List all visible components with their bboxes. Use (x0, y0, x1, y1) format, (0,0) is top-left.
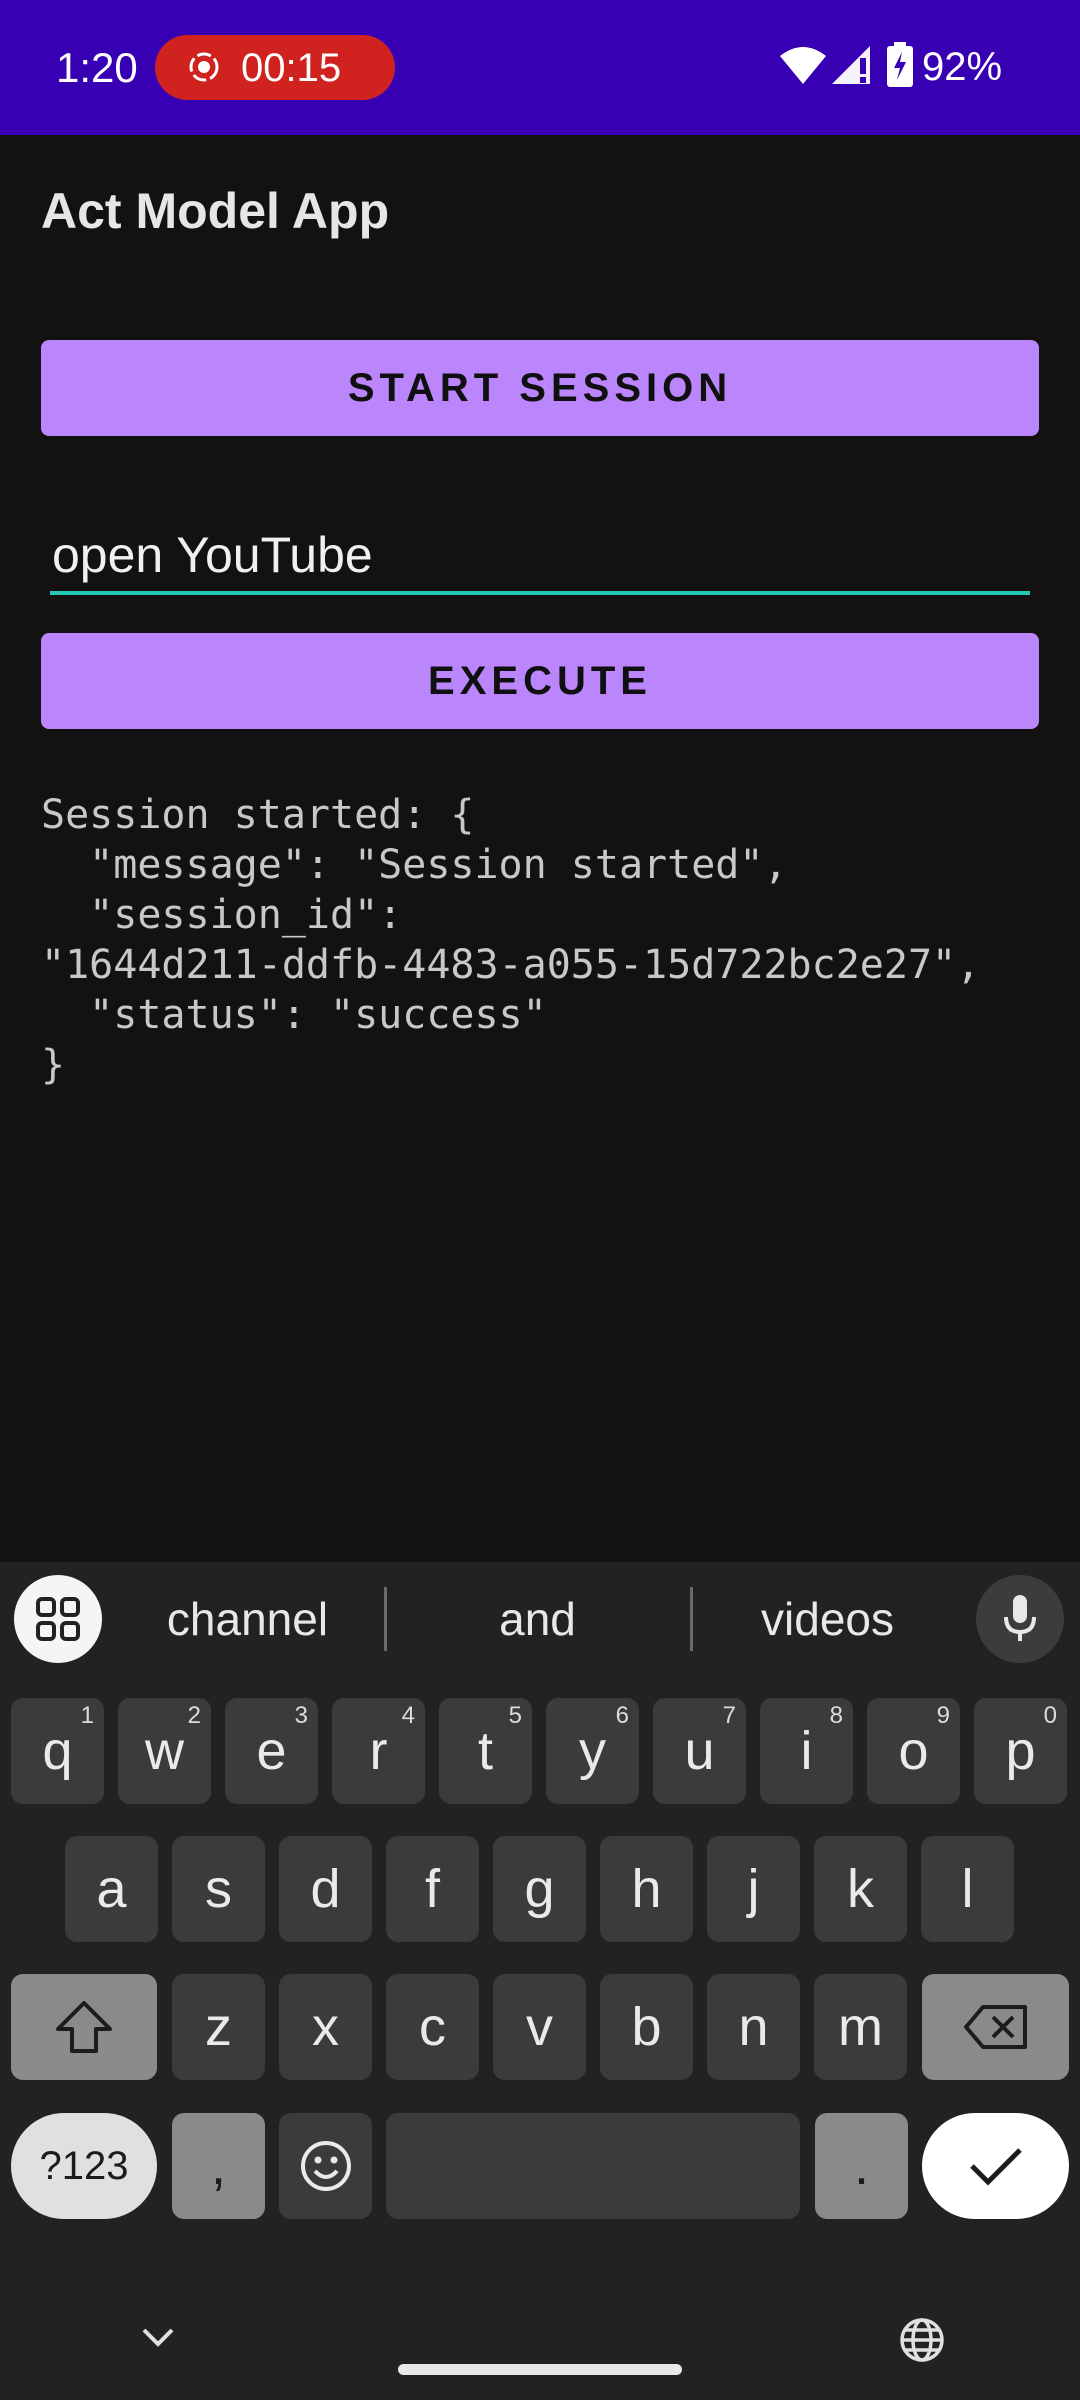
key-v[interactable]: v (493, 1974, 586, 2080)
key-r[interactable]: r4 (332, 1698, 425, 1804)
key-number-hint: 5 (508, 1702, 522, 1729)
key-a[interactable]: a (65, 1836, 158, 1942)
recording-timer: 00:15 (241, 46, 342, 90)
shift-icon (56, 2001, 112, 2053)
suggestion-divider (384, 1587, 387, 1651)
suggestion-1[interactable]: channel (120, 1576, 375, 1662)
key-z[interactable]: z (172, 1974, 265, 2080)
globe-icon[interactable] (898, 2316, 946, 2364)
battery-charging-icon (887, 42, 913, 87)
key-label: q (42, 1721, 73, 1781)
key-number-hint: 2 (187, 1702, 201, 1729)
key-number-hint: 6 (615, 1702, 629, 1729)
execute-button[interactable]: EXECUTE (41, 633, 1039, 729)
key-label: t (477, 1721, 493, 1781)
screen-recording-indicator[interactable]: 00:15 (155, 35, 395, 100)
key-f[interactable]: f (386, 1836, 479, 1942)
suggestion-3[interactable]: videos (700, 1576, 955, 1662)
key-number-hint: 8 (829, 1702, 843, 1729)
key-number-hint: 3 (294, 1702, 308, 1729)
key-m[interactable]: m (814, 1974, 907, 2080)
backspace-key[interactable] (922, 1974, 1069, 2080)
key-g[interactable]: g (493, 1836, 586, 1942)
done-key[interactable] (922, 2113, 1069, 2219)
key-j[interactable]: j (707, 1836, 800, 1942)
space-key[interactable] (386, 2113, 800, 2219)
record-icon (189, 52, 219, 82)
keyboard-apps-button[interactable] (14, 1575, 102, 1663)
key-p[interactable]: p0 (974, 1698, 1067, 1804)
microphone-icon (1004, 1595, 1036, 1641)
command-input[interactable]: open YouTube (50, 515, 1030, 595)
voice-input-button[interactable] (976, 1575, 1064, 1663)
key-label: w (145, 1721, 184, 1781)
period-key[interactable]: . (815, 2113, 908, 2219)
key-label: r (369, 1721, 388, 1781)
session-output-text: Session started: { "message": "Session s… (41, 792, 981, 1088)
key-number-hint: 0 (1043, 1702, 1057, 1729)
key-label: o (898, 1721, 929, 1781)
key-n[interactable]: n (707, 1974, 800, 2080)
key-number-hint: 1 (80, 1702, 94, 1729)
key-y[interactable]: y6 (546, 1698, 639, 1804)
key-k[interactable]: k (814, 1836, 907, 1942)
key-label: u (684, 1721, 715, 1781)
emoji-key[interactable] (279, 2113, 372, 2219)
key-number-hint: 7 (722, 1702, 736, 1729)
wifi-icon (780, 47, 826, 84)
key-i[interactable]: i8 (760, 1698, 853, 1804)
key-label: i (800, 1721, 813, 1781)
signal-icon (832, 46, 870, 84)
key-s[interactable]: s (172, 1836, 265, 1942)
key-q[interactable]: q1 (11, 1698, 104, 1804)
key-u[interactable]: u7 (653, 1698, 746, 1804)
home-gesture-bar[interactable] (398, 2364, 682, 2375)
grid-icon (36, 1597, 80, 1641)
key-t[interactable]: t5 (439, 1698, 532, 1804)
key-l[interactable]: l (921, 1836, 1014, 1942)
key-label: p (1005, 1721, 1036, 1781)
key-e[interactable]: e3 (225, 1698, 318, 1804)
suggestion-2[interactable]: and (395, 1576, 680, 1662)
app-title: Act Model App (41, 183, 390, 239)
shift-key[interactable] (11, 1974, 157, 2080)
status-bar: 1:20 00:15 92% (0, 0, 1080, 135)
key-d[interactable]: d (279, 1836, 372, 1942)
hide-keyboard-chevron-icon[interactable] (140, 2326, 176, 2348)
key-c[interactable]: c (386, 1974, 479, 2080)
key-w[interactable]: w2 (118, 1698, 211, 1804)
key-o[interactable]: o9 (867, 1698, 960, 1804)
key-x[interactable]: x (279, 1974, 372, 2080)
checkmark-icon (969, 2148, 1022, 2186)
start-session-button[interactable]: START SESSION (41, 340, 1039, 436)
key-number-hint: 4 (401, 1702, 415, 1729)
backspace-icon (963, 2005, 1027, 2049)
key-number-hint: 9 (936, 1702, 950, 1729)
emoji-icon (300, 2141, 351, 2191)
key-label: e (256, 1721, 287, 1781)
symbols-key[interactable]: ?123 (11, 2113, 157, 2219)
suggestion-divider (690, 1587, 693, 1651)
battery-percent: 92% (922, 45, 1003, 89)
command-input-value: open YouTube (52, 527, 373, 583)
key-label: y (579, 1721, 606, 1781)
key-b[interactable]: b (600, 1974, 693, 2080)
key-h[interactable]: h (600, 1836, 693, 1942)
status-time: 1:20 (56, 44, 138, 91)
comma-key[interactable]: , (172, 2113, 265, 2219)
